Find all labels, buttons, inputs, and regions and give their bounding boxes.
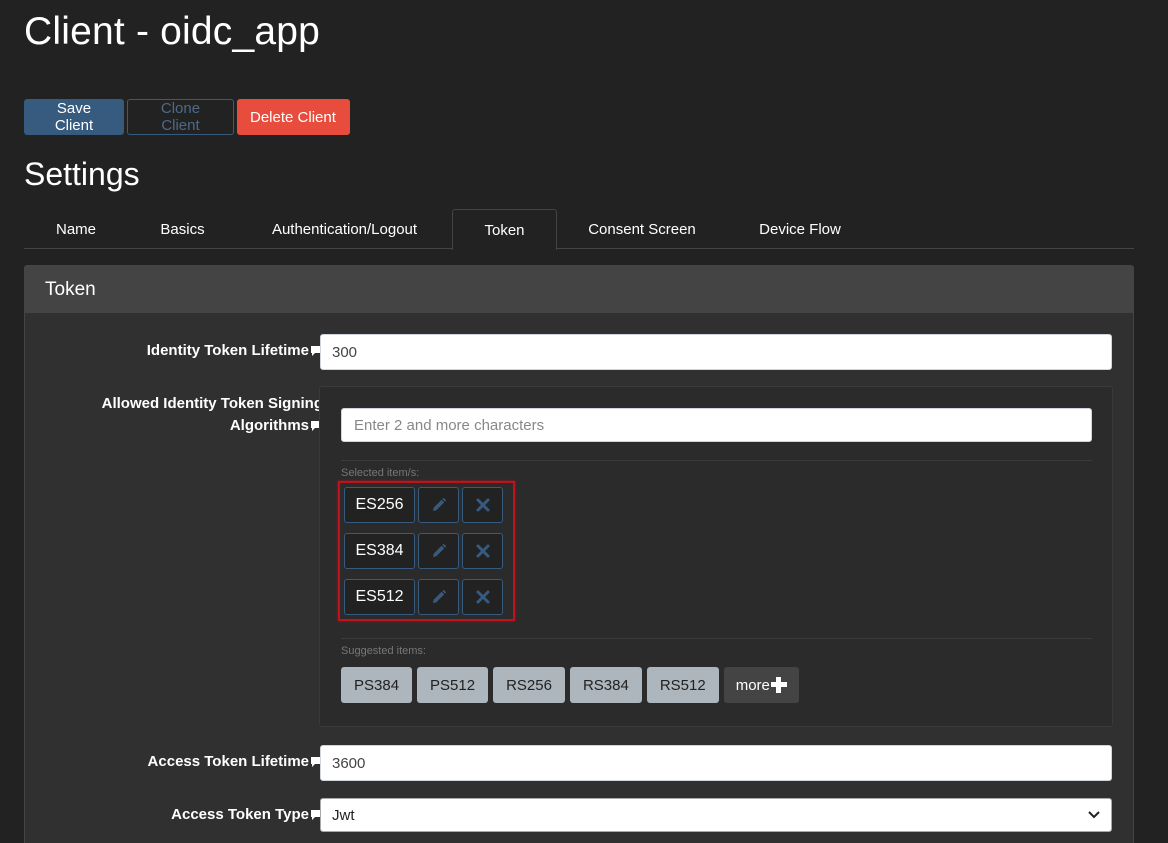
list-item: ES512	[344, 579, 503, 615]
more-suggestions-button[interactable]: more	[723, 667, 799, 703]
tab-device-flow[interactable]: Device Flow	[727, 209, 873, 249]
settings-heading: Settings	[24, 156, 140, 192]
chevron-down-icon	[1088, 811, 1100, 819]
suggested-item-ps384[interactable]: PS384	[341, 667, 413, 703]
edit-item-button[interactable]	[418, 579, 459, 615]
allowed-signing-algorithms-label: Allowed Identity Token Signing Algorithm…	[101, 395, 323, 434]
selected-item-label: ES256	[344, 487, 415, 523]
edit-item-button[interactable]	[418, 533, 459, 569]
toolbar: Save Client Clone Client Delete Client	[24, 99, 350, 135]
tab-basics[interactable]: Basics	[128, 209, 237, 249]
suggested-item-rs384[interactable]: RS384	[569, 667, 642, 703]
delete-client-button[interactable]: Delete Client	[237, 99, 350, 135]
list-item: ES384	[344, 533, 503, 569]
remove-item-button[interactable]	[462, 579, 503, 615]
tab-authentication-logout[interactable]: Authentication/Logout	[237, 209, 452, 249]
tab-name[interactable]: Name	[24, 209, 128, 249]
suggested-item-rs512[interactable]: RS512	[646, 667, 719, 703]
selected-items-caption: Selected item/s:	[341, 467, 420, 479]
suggested-item-rs256[interactable]: RS256	[493, 667, 565, 703]
remove-item-button[interactable]	[462, 487, 503, 523]
client-page: Client - oidc_app Save Client Clone Clie…	[0, 0, 1168, 843]
suggested-items-caption: Suggested items:	[341, 645, 426, 657]
list-item: ES256	[344, 487, 503, 523]
divider	[341, 638, 1092, 639]
access-token-type-label: Access Token Type	[171, 804, 323, 826]
clone-client-button[interactable]: Clone Client	[127, 99, 234, 135]
settings-tabs: Name Basics Authentication/Logout Token …	[24, 209, 1134, 250]
suggested-items-list: PS384 PS512 RS256 RS384 RS512 more	[341, 667, 799, 703]
identity-token-lifetime-label: Identity Token Lifetime	[147, 340, 323, 362]
selected-item-label: ES512	[344, 579, 415, 615]
card-header: Token	[25, 266, 1133, 313]
remove-item-button[interactable]	[462, 533, 503, 569]
access-token-type-select[interactable]: Jwt	[320, 798, 1112, 832]
tab-token[interactable]: Token	[452, 209, 557, 250]
selected-items-list: ES256 ES384 ES512	[338, 481, 515, 621]
close-icon	[476, 590, 489, 604]
edit-item-button[interactable]	[418, 487, 459, 523]
suggested-item-ps512[interactable]: PS512	[417, 667, 489, 703]
page-title: Client - oidc_app	[24, 10, 321, 53]
close-icon	[476, 498, 489, 512]
pencil-icon	[432, 589, 446, 603]
tab-consent-screen[interactable]: Consent Screen	[557, 209, 727, 249]
access-token-lifetime-input[interactable]: 3600	[320, 745, 1112, 781]
close-icon	[476, 544, 489, 558]
save-client-button[interactable]: Save Client	[24, 99, 124, 135]
identity-token-lifetime-input[interactable]: 300	[320, 334, 1112, 370]
divider	[341, 460, 1092, 461]
algorithm-search-input[interactable]: Enter 2 and more characters	[341, 408, 1092, 442]
access-token-lifetime-label: Access Token Lifetime	[148, 751, 323, 773]
card-title: Token	[45, 278, 96, 300]
selected-item-label: ES384	[344, 533, 415, 569]
plus-icon	[770, 677, 787, 693]
pencil-icon	[432, 543, 446, 557]
pencil-icon	[432, 497, 446, 511]
signing-algorithms-picker: Enter 2 and more characters Selected ite…	[319, 386, 1113, 727]
